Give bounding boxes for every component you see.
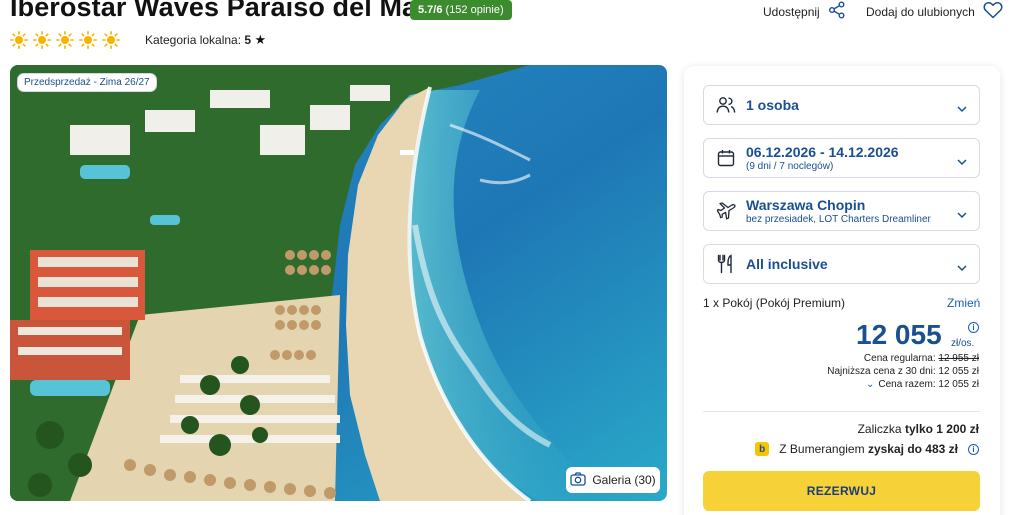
regular-price: Cena regularna: 12 955 zł: [864, 353, 979, 364]
chevron-down-icon: [957, 206, 967, 224]
gallery-button[interactable]: Galeria (30): [566, 467, 660, 493]
room-summary: 1 x Pokój (Pokój Premium): [703, 296, 846, 310]
info-icon[interactable]: i: [968, 443, 979, 455]
flight-details: bez przesiadek, LOT Charters Dreamliner: [746, 214, 931, 225]
camera-icon: [570, 471, 586, 489]
boomerang-offer: b Z Bumerangiem zyskaj do 483 zł i: [755, 442, 979, 456]
boomerang-label: Z Bumerangiem: [779, 442, 865, 456]
dates-duration: (9 dni / 7 noclegów): [746, 161, 834, 172]
travelers-select[interactable]: 1 osoba: [703, 85, 980, 125]
deposit-value: tylko 1 200 zł: [904, 422, 979, 436]
board-select[interactable]: All inclusive: [703, 244, 980, 284]
sun-icon: [56, 31, 74, 49]
favorite-label: Dodaj do ulubionych: [866, 4, 975, 19]
price-per-person: 12 055: [856, 319, 942, 350]
reserve-button[interactable]: REZERWUJ: [703, 471, 980, 511]
divider: [703, 411, 980, 412]
cutlery-icon: [716, 254, 736, 274]
dates-select[interactable]: 06.12.2026 - 14.12.2026 (9 dni / 7 nocle…: [703, 138, 980, 178]
rating-badge[interactable]: 5.7/6 (152 opinie): [410, 0, 512, 20]
price-unit: zł/os.: [951, 338, 975, 349]
sun-icon: [33, 31, 51, 49]
info-icon[interactable]: i: [968, 322, 979, 333]
total-price-toggle[interactable]: ⌄ Cena razem: 12 055 zł: [866, 379, 979, 390]
share-icon: [828, 1, 846, 22]
local-category: Kategoria lokalna: 5 ★: [145, 32, 266, 48]
sun-rating: [10, 31, 120, 49]
boomerang-logo-icon: b: [755, 442, 770, 456]
hotel-photo[interactable]: [10, 65, 667, 501]
plane-icon: [716, 201, 736, 221]
airport-value: Warszawa Chopin: [746, 197, 866, 213]
star-icon: ★: [254, 32, 267, 47]
heart-icon: [983, 1, 1003, 22]
regular-price-label: Cena regularna:: [863, 353, 936, 364]
lowest-price-30-days: Najniższa cena z 30 dni: 12 055 zł: [827, 366, 979, 377]
board-value: All inclusive: [746, 256, 828, 272]
change-room-link[interactable]: Zmień: [947, 296, 980, 310]
chevron-down-icon: [957, 153, 967, 171]
departure-airport-select[interactable]: Warszawa Chopin bez przesiadek, LOT Char…: [703, 191, 980, 231]
chevron-down-icon: [957, 100, 967, 118]
dates-value: 06.12.2026 - 14.12.2026: [746, 144, 899, 160]
users-icon: [716, 95, 736, 115]
booking-panel: 1 osoba 06.12.2026 - 14.12.2026 (9 dni /…: [684, 66, 1000, 515]
share-label: Udostępnij: [763, 4, 820, 19]
category-label: Kategoria lokalna:: [145, 33, 242, 47]
rating-score: 5.7/6: [418, 4, 443, 16]
chevron-down-icon: [957, 259, 967, 277]
category-value: 5: [244, 33, 252, 47]
deposit-label: Zaliczka: [857, 422, 902, 436]
share-button[interactable]: Udostępnij: [763, 1, 846, 22]
boomerang-value: zyskaj do 483 zł: [867, 442, 958, 456]
regular-price-value: 12 955 zł: [938, 353, 979, 364]
hotel-title: Iberostar Waves Paraiso del Mar: [10, 0, 428, 22]
deposit: Zaliczka tylko 1 200 zł: [858, 422, 979, 436]
rating-count: (152 opinie): [445, 4, 504, 16]
gallery-label: Galeria (30): [592, 473, 656, 487]
calendar-icon: [716, 148, 736, 168]
sun-icon: [102, 31, 120, 49]
favorite-button[interactable]: Dodaj do ulubionych: [866, 1, 1003, 22]
sun-icon: [10, 31, 28, 49]
sun-icon: [79, 31, 97, 49]
presale-badge: Przedsprzedaż - Zima 26/27: [18, 74, 156, 91]
total-price: Cena razem: 12 055 zł: [878, 379, 979, 390]
chevron-down-icon: ⌄: [865, 379, 875, 390]
travelers-value: 1 osoba: [746, 97, 799, 113]
